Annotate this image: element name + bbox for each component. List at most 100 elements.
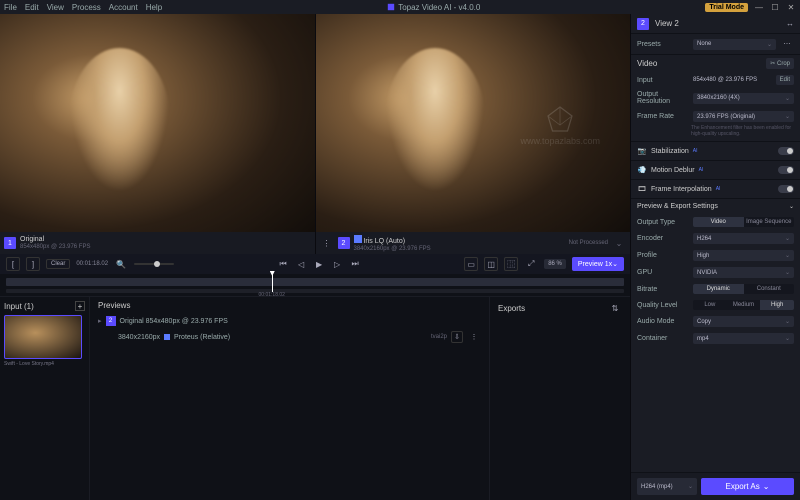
layout-single-button[interactable]: ▭ xyxy=(464,257,478,271)
skip-start-button[interactable]: ⏮ xyxy=(276,257,290,271)
menu-edit[interactable]: Edit xyxy=(25,3,39,12)
container-label: Container xyxy=(637,335,689,342)
audio-select[interactable]: Copy⌄ xyxy=(693,316,794,327)
deblur-toggle[interactable] xyxy=(778,166,794,174)
model-chip-icon xyxy=(164,334,170,340)
skip-end-button[interactable]: ⏭ xyxy=(348,257,362,271)
chevron-down-icon: ⌄ xyxy=(612,260,618,268)
close-button[interactable]: ✕ xyxy=(786,2,796,12)
presets-label: Presets xyxy=(637,41,689,48)
app-logo-icon xyxy=(387,3,395,11)
preview-menu-icon[interactable]: ⋮ xyxy=(467,330,481,344)
model-icon xyxy=(354,235,362,243)
interp-icon: 🎞 xyxy=(637,184,647,194)
trial-badge[interactable]: Trial Mode xyxy=(705,3,748,12)
zoom-icon[interactable]: 🔍 xyxy=(114,257,128,271)
previews-header: Previews xyxy=(98,301,130,310)
watermark: www.topazlabs.com xyxy=(520,104,600,146)
menu-view[interactable]: View xyxy=(47,3,64,12)
preview-row-output[interactable]: 3840x2160px Proteus (Relative) tvai2p ⇩ … xyxy=(98,328,481,346)
add-input-button[interactable]: + xyxy=(75,301,85,311)
play-button[interactable]: ▶ xyxy=(312,257,326,271)
preview-export-icon[interactable]: ⇩ xyxy=(451,331,463,343)
quality-segment[interactable]: LowMediumHigh xyxy=(693,300,794,310)
outres-select[interactable]: 3840x2160 (4X)⌄ xyxy=(693,93,794,104)
preview-row-original[interactable]: ▸ 2 Original 854x480px @ 23.976 FPS xyxy=(98,314,481,328)
timecode: 00:01:18.02 xyxy=(76,261,108,267)
layout-side-button[interactable]: ⿲ xyxy=(504,257,518,271)
fps-select[interactable]: 23.976 FPS (Original)⌄ xyxy=(693,111,794,122)
exports-menu-icon[interactable]: ⇅ xyxy=(608,301,622,315)
chevron-down-icon: ⌄ xyxy=(763,482,770,491)
stabilization-icon: 📷 xyxy=(637,146,647,156)
export-button[interactable]: Export As⌄ xyxy=(701,478,794,495)
processed-pane[interactable]: www.topazlabs.com ⋮ 2 Iris LQ (Auto) 384… xyxy=(315,14,631,254)
encoder-label: Encoder xyxy=(637,235,689,242)
view-more-icon[interactable]: ↔ xyxy=(786,19,794,28)
enhancement-note: The Enhancement filter has been enabled … xyxy=(631,125,800,141)
main-menu: File Edit View Process Account Help xyxy=(4,3,162,12)
mark-out-button[interactable]: ] xyxy=(26,257,40,271)
timeline[interactable]: 00:01:18.02 xyxy=(0,274,630,296)
pane-badge-2: 2 xyxy=(338,237,350,249)
zoom-pct[interactable]: 86 % xyxy=(544,259,566,269)
step-back-button[interactable]: ◁ xyxy=(294,257,308,271)
step-fwd-button[interactable]: ▷ xyxy=(330,257,344,271)
original-pane[interactable]: 1 Original 854x480px @ 23.976 FPS xyxy=(0,14,315,254)
input-thumbnail[interactable] xyxy=(4,315,82,359)
view-title: View 2 xyxy=(655,19,679,28)
pane-collapse-icon[interactable]: ⌄ xyxy=(612,236,626,250)
menu-account[interactable]: Account xyxy=(109,3,138,12)
crop-button[interactable]: ✂ Crop xyxy=(766,58,794,69)
expand-icon[interactable]: ⤢ xyxy=(524,257,538,271)
encoder-select[interactable]: H264⌄ xyxy=(693,233,794,244)
pane-badge-1: 1 xyxy=(4,237,16,249)
interp-toggle[interactable] xyxy=(778,185,794,193)
video-label: Video xyxy=(637,59,657,68)
export-settings-header[interactable]: Preview & Export Settings⌄ xyxy=(631,198,800,214)
profile-select[interactable]: High⌄ xyxy=(693,250,794,261)
pane-status: Not Processed xyxy=(569,240,608,246)
outres-label: Output Resolution xyxy=(637,91,689,105)
bitrate-label: Bitrate xyxy=(637,286,689,293)
presets-more-icon[interactable]: ⋯ xyxy=(780,37,794,51)
pane-title-original: Original xyxy=(20,236,90,243)
inputs-header: Input (1) xyxy=(4,302,34,311)
view-badge: 2 xyxy=(637,18,649,30)
menu-file[interactable]: File xyxy=(4,3,17,12)
clear-button[interactable]: Clear xyxy=(46,259,70,269)
menu-help[interactable]: Help xyxy=(146,3,162,12)
preview-button[interactable]: Preview 1x ⌄ xyxy=(572,257,624,271)
transport-bar: [ ] Clear 00:01:18.02 🔍 ⏮ ◁ ▶ ▷ ⏭ ▭ ◫ ⿲ … xyxy=(0,254,630,274)
playhead[interactable] xyxy=(272,274,273,292)
deblur-label: Motion Deblur xyxy=(651,167,695,174)
deblur-icon: 💨 xyxy=(637,165,647,175)
pane-title-processed: Iris LQ (Auto) xyxy=(354,235,431,245)
fps-label: Frame Rate xyxy=(637,113,689,120)
minimize-button[interactable]: — xyxy=(754,2,764,12)
previews-panel: Previews ▸ 2 Original 854x480px @ 23.976… xyxy=(90,297,490,500)
gpu-select[interactable]: NVIDIA⌄ xyxy=(693,267,794,278)
container-select[interactable]: mp4⌄ xyxy=(693,333,794,344)
maximize-button[interactable]: ☐ xyxy=(770,2,780,12)
input-label: Input xyxy=(637,77,689,84)
settings-panel: 2 View 2 ↔ Presets None⌄ ⋯ Video ✂ Crop … xyxy=(630,14,800,500)
compare-viewer: 1 Original 854x480px @ 23.976 FPS www.to… xyxy=(0,14,630,254)
quality-label: Quality Level xyxy=(637,302,689,309)
export-format-select[interactable]: H264 (mp4)⌄ xyxy=(637,478,697,495)
exports-header: Exports xyxy=(498,304,525,313)
input-filename: Swift - Love Story.mp4 xyxy=(4,361,85,367)
layout-split-button[interactable]: ◫ xyxy=(484,257,498,271)
output-type-segment[interactable]: VideoImage Sequence xyxy=(693,217,794,227)
menu-process[interactable]: Process xyxy=(72,3,101,12)
bitrate-segment[interactable]: DynamicConstant xyxy=(693,284,794,294)
mark-in-button[interactable]: [ xyxy=(6,257,20,271)
interp-label: Frame Interpolation xyxy=(651,186,712,193)
profile-label: Profile xyxy=(637,252,689,259)
presets-select[interactable]: None⌄ xyxy=(693,39,776,50)
stabilization-toggle[interactable] xyxy=(778,147,794,155)
titlebar: File Edit View Process Account Help Topa… xyxy=(0,0,800,14)
edit-input-button[interactable]: Edit xyxy=(776,75,794,85)
pane-menu-icon[interactable]: ⋮ xyxy=(320,236,334,250)
zoom-slider[interactable] xyxy=(134,263,174,265)
